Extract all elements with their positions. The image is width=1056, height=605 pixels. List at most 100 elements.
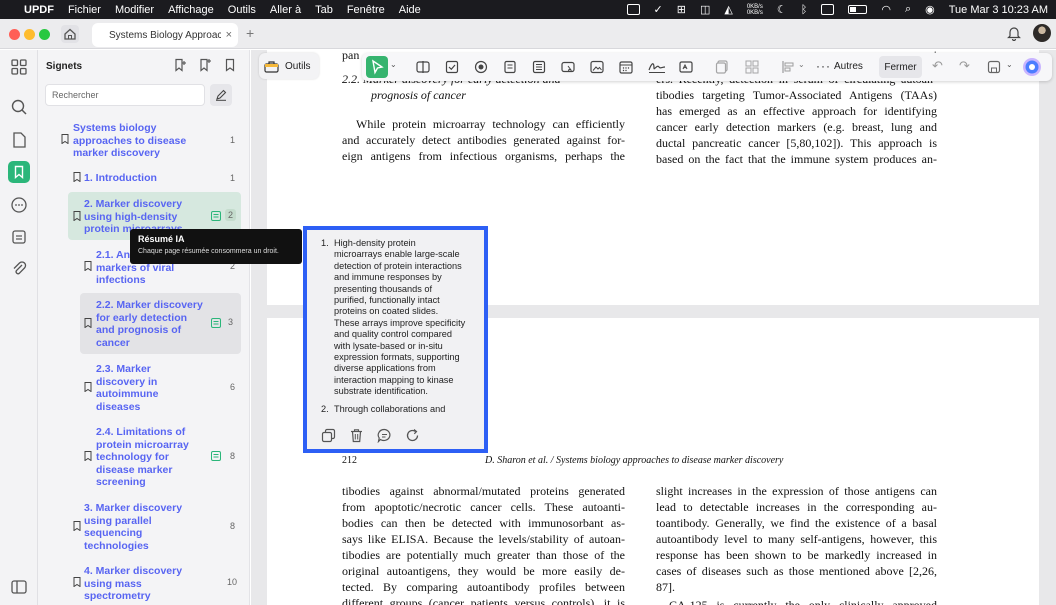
bookmark-item[interactable]: 2.2. Marker discovery for early detectio… <box>80 293 241 354</box>
status-icon[interactable]: ✓ <box>654 3 663 16</box>
text-line: ductal pancreatic cancer [5,80,102]). Th… <box>656 136 937 150</box>
search-icon[interactable] <box>10 98 28 116</box>
menu-modifier[interactable]: Modifier <box>115 4 154 16</box>
more-button[interactable]: Autres <box>834 61 863 72</box>
bookmark-item[interactable]: 2.4. Limitations of protein microarray t… <box>38 424 250 489</box>
minimize-window-button[interactable] <box>24 29 35 40</box>
text-line: 87]. <box>656 580 675 594</box>
close-toolbar-button[interactable]: Fermer <box>879 56 922 78</box>
running-header: D. Sharon et al. / Systems biology appro… <box>485 455 784 466</box>
bookmark-page: 1 <box>230 135 236 145</box>
attachment-icon[interactable] <box>10 260 28 278</box>
bookmark-icon[interactable] <box>8 161 30 183</box>
text-line: original autoantigens, they would be mor… <box>342 564 625 578</box>
wifi-icon[interactable]: ◠ <box>881 3 891 16</box>
grid-status-icon[interactable]: ⊞ <box>677 3 686 16</box>
summary-line: These arrays improve specificity <box>334 317 466 328</box>
menu-fenetre[interactable]: Fenêtre <box>347 4 385 16</box>
text-line: tected. By comparing autoantibody profil… <box>342 580 625 594</box>
summary-item-number: 1. <box>321 238 329 248</box>
menu-affichage[interactable]: Affichage <box>168 4 214 16</box>
ai-summary-icon[interactable] <box>211 318 221 328</box>
signature-tool-icon[interactable] <box>647 59 667 75</box>
edit-bookmarks-button[interactable] <box>210 84 232 106</box>
bookmark-item[interactable]: 3. Marker discovery using parallel seque… <box>38 500 250 552</box>
page-icon[interactable] <box>10 131 28 149</box>
date-tool-icon[interactable] <box>618 59 634 75</box>
text-line: says like ELISA. Because the levels/stab… <box>342 532 625 546</box>
new-tab-icon[interactable]: + <box>246 25 254 41</box>
save-icon[interactable] <box>986 59 1002 75</box>
thumbnails-icon[interactable] <box>10 58 28 76</box>
menu-outils[interactable]: Outils <box>228 4 256 16</box>
bookmark-options-icon[interactable] <box>223 58 237 72</box>
copy-tool-icon[interactable] <box>714 59 730 75</box>
keyboard-icon[interactable] <box>821 4 835 15</box>
ai-assistant-icon[interactable] <box>1022 57 1042 77</box>
chevron-down-icon[interactable]: ⌄ <box>1006 60 1013 69</box>
bookmark-item[interactable]: 4. Marker discovery using mass spectrome… <box>38 563 250 603</box>
bookmark-label: 4. Marker discovery using mass spectrome… <box>84 565 183 602</box>
select-tool-icon[interactable] <box>366 56 388 78</box>
clipboard-status-icon[interactable]: ◫ <box>700 3 710 16</box>
bookmark-item[interactable]: 1. Introduction 1 <box>38 170 250 186</box>
close-window-button[interactable] <box>9 29 20 40</box>
add-bookmark-icon[interactable] <box>173 58 187 72</box>
combo-box-icon[interactable] <box>502 59 518 75</box>
bookmark-item-icon <box>73 521 81 531</box>
menu-bar: UPDF Fichier Modifier Affichage Outils A… <box>0 0 1056 19</box>
moon-icon[interactable]: ☾ <box>777 3 787 16</box>
redo-icon[interactable]: ↷ <box>959 58 970 74</box>
control-center-icon[interactable]: ◉ <box>925 3 935 16</box>
text-line: slight increases in the expression of th… <box>656 484 937 498</box>
network-speed: 0KB/s 0KB/s <box>747 4 763 16</box>
stamp-icon[interactable] <box>10 228 28 246</box>
align-tool-icon[interactable] <box>780 59 796 75</box>
button-tool-icon[interactable] <box>560 59 576 75</box>
zoom-window-button[interactable] <box>39 29 50 40</box>
page-number: 212 <box>342 455 357 466</box>
list-box-icon[interactable] <box>531 59 547 75</box>
ai-summary-icon[interactable] <box>211 211 221 221</box>
chevron-down-icon[interactable]: ⌄ <box>798 60 805 69</box>
image-tool-icon[interactable] <box>589 59 605 75</box>
layout-icon[interactable] <box>10 578 28 596</box>
copy-icon[interactable] <box>321 428 336 443</box>
refresh-icon[interactable] <box>405 428 420 443</box>
ai-summary-popup: 1. High-density protein microarrays enab… <box>303 226 488 453</box>
spotlight-icon[interactable]: ⌕ <box>905 3 911 16</box>
chat-icon[interactable] <box>377 428 392 443</box>
bluetooth-icon[interactable]: ᛒ <box>801 4 808 16</box>
text-field-icon[interactable] <box>678 59 694 75</box>
bookmark-item[interactable]: Systems biology approaches to disease ma… <box>38 120 250 160</box>
grid-tool-icon[interactable] <box>744 59 760 75</box>
summary-item-number: 2. <box>321 403 329 414</box>
radio-tool-icon[interactable] <box>473 59 489 75</box>
app-status-icon[interactable] <box>626 4 640 15</box>
battery-icon[interactable] <box>848 5 868 14</box>
ai-summary-icon[interactable] <box>211 451 221 461</box>
menu-app[interactable]: UPDF <box>24 4 54 16</box>
text-select-icon[interactable] <box>415 59 431 75</box>
user-avatar[interactable] <box>1033 24 1051 42</box>
tools-button[interactable]: Outils <box>259 53 319 79</box>
comments-icon[interactable] <box>10 196 28 214</box>
bell-icon[interactable] <box>1007 26 1021 41</box>
menu-fichier[interactable]: Fichier <box>68 4 101 16</box>
checkbox-tool-icon[interactable] <box>444 59 460 75</box>
undo-icon[interactable]: ↶ <box>932 58 943 74</box>
close-tab-icon[interactable]: × <box>226 29 232 41</box>
summary-line: with lysate-based or in-situ <box>334 340 443 351</box>
document-tab[interactable]: Systems Biology Approach × <box>92 23 238 47</box>
bookmark-search-input[interactable]: Rechercher <box>45 84 205 106</box>
menu-aide[interactable]: Aide <box>399 4 421 16</box>
menu-aller-a[interactable]: Aller à <box>270 4 301 16</box>
home-icon[interactable] <box>60 24 80 44</box>
trash-icon[interactable] <box>349 428 364 443</box>
bear-status-icon[interactable]: ◭ <box>724 3 732 16</box>
add-child-bookmark-icon[interactable] <box>198 58 212 72</box>
clock[interactable]: Tue Mar 3 10:23 AM <box>949 4 1048 16</box>
bookmark-item[interactable]: 2.3. Marker discovery in autoimmune dise… <box>38 361 250 413</box>
menu-tab[interactable]: Tab <box>315 4 333 16</box>
chevron-down-icon[interactable]: ⌄ <box>390 60 397 69</box>
